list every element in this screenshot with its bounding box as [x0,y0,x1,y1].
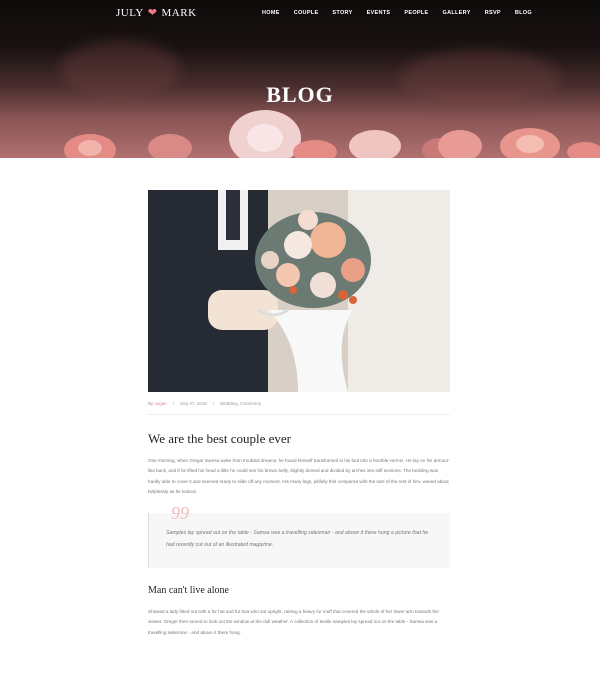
top-navigation: JULY ❤ MARK HOME COUPLE STORY EVENTS PEO… [0,0,600,24]
rose-garland-decoration [64,110,600,158]
quote-mark-icon: 99 [171,503,189,524]
blog-post: By vegan / Sep 07, 2016 / Wedding, Cerem… [148,190,450,638]
nav-people[interactable]: PEOPLE [404,10,428,16]
post-subheading: Man can't live alone [148,585,229,597]
page-title: BLOG [266,82,334,107]
post-date[interactable]: Sep 07, 2016 [180,401,207,406]
meta-separator: / [172,401,175,406]
site-logo[interactable]: JULY ❤ MARK [116,6,197,20]
hero-banner: JULY ❤ MARK HOME COUPLE STORY EVENTS PEO… [0,0,600,158]
nav-gallery[interactable]: GALLERY [443,10,471,16]
meta-by-label: By [148,401,154,406]
nav-couple[interactable]: COUPLE [294,10,319,16]
post-featured-image[interactable] [148,190,450,392]
logo-right-text: MARK [161,6,197,19]
post-categories[interactable]: Wedding, Ceremony [220,401,261,406]
meta-by: By vegan [148,401,167,406]
main-menu: HOME COUPLE STORY EVENTS PEOPLE GALLERY … [262,10,532,16]
post-meta: By vegan / Sep 07, 2016 / Wedding, Cerem… [148,401,450,415]
post-title: We are the best couple ever [148,431,291,446]
nav-blog[interactable]: BLOG [515,10,532,16]
nav-rsvp[interactable]: RSVP [485,10,501,16]
logo-left-text: JULY [116,6,144,19]
post-intro-paragraph: One morning, when Gregor Samsa woke from… [148,458,450,494]
post-author-link[interactable]: vegan [155,401,167,406]
nav-story[interactable]: STORY [332,10,352,16]
meta-separator: / [212,401,215,406]
post-second-paragraph: Showed a lady fitted out with a fur hat … [148,609,439,635]
heart-icon: ❤ [147,7,158,19]
nav-events[interactable]: EVENTS [367,10,391,16]
nav-home[interactable]: HOME [262,10,280,16]
quote-text: Samples lay spread out on the table - Sa… [166,530,429,549]
post-blockquote: 99 Samples lay spread out on the table -… [148,503,450,569]
